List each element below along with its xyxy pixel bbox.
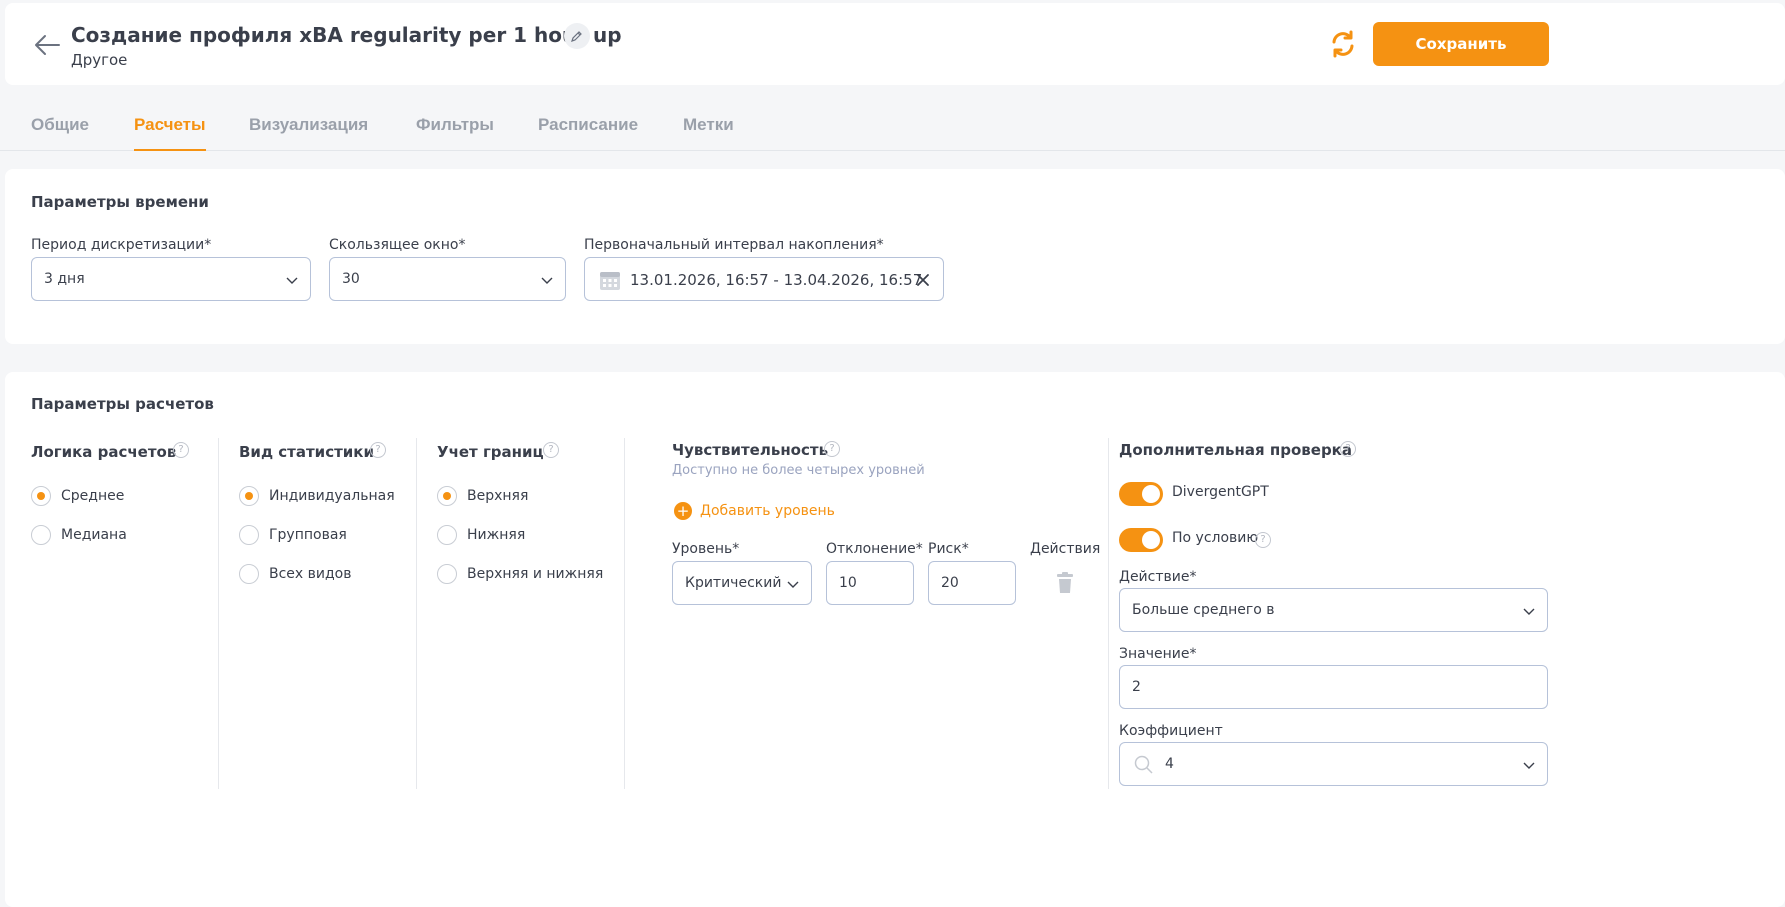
coef-value: 4 <box>1165 756 1174 772</box>
divergent-toggle[interactable] <box>1119 482 1163 506</box>
logic-title: Логика расчетов <box>31 443 177 461</box>
edit-title-button[interactable] <box>564 23 590 49</box>
radio-label: Верхняя и нижняя <box>467 566 604 582</box>
tab-general[interactable]: Общие <box>31 115 89 151</box>
radio-stat-group[interactable]: Групповая <box>239 525 347 545</box>
column-divider <box>416 438 417 789</box>
radio-bound-lower[interactable]: Нижняя <box>437 525 525 545</box>
tab-visualization[interactable]: Визуализация <box>249 115 368 151</box>
value-input[interactable] <box>1119 665 1548 709</box>
level-value: Критический <box>685 575 782 591</box>
deviation-input[interactable] <box>826 561 914 605</box>
radio-bound-upper[interactable]: Верхняя <box>437 486 528 506</box>
radio-label: Медиана <box>61 527 127 543</box>
refresh-button[interactable] <box>1326 27 1360 61</box>
condition-toggle-label: По условию <box>1172 530 1259 546</box>
action-label: Действие* <box>1119 569 1197 585</box>
interval-value: 13.01.2026, 16:57 - 13.04.2026, 16:57 <box>630 271 923 289</box>
period-select[interactable]: 3 дня <box>31 257 311 301</box>
column-divider <box>1108 438 1109 789</box>
search-icon <box>1134 755 1153 774</box>
trash-icon[interactable] <box>1055 572 1075 594</box>
radio-label: Среднее <box>61 488 125 504</box>
back-arrow-icon[interactable] <box>33 32 61 58</box>
radio-label: Нижняя <box>467 527 526 543</box>
calendar-icon <box>600 272 620 290</box>
level-select[interactable]: Критический <box>672 561 812 605</box>
radio-button <box>239 564 259 584</box>
risk-label: Риск* <box>928 541 969 557</box>
radio-label: Всех видов <box>269 566 352 582</box>
radio-logic-median[interactable]: Медиана <box>31 525 127 545</box>
page-subtitle: Другое <box>71 51 128 69</box>
value-label: Значение* <box>1119 646 1197 662</box>
tab-schedule[interactable]: Расписание <box>538 115 638 151</box>
level-label: Уровень* <box>672 541 740 557</box>
tab-calculations[interactable]: Расчеты <box>134 115 206 151</box>
column-divider <box>624 438 625 789</box>
coef-select[interactable]: 4 <box>1119 742 1548 786</box>
coef-label: Коэффициент <box>1119 723 1223 739</box>
radio-stat-individual[interactable]: Индивидуальная <box>239 486 395 506</box>
time-params-title: Параметры времени <box>31 193 209 211</box>
condition-toggle[interactable] <box>1119 528 1163 552</box>
chevron-down-icon <box>541 277 553 284</box>
help-icon[interactable]: ? <box>370 442 386 458</box>
refresh-icon <box>1332 30 1354 58</box>
radio-label: Индивидуальная <box>269 488 395 504</box>
divergent-toggle-label: DivergentGPT <box>1172 484 1269 500</box>
tabs-bar: Общие Расчеты Визуализация Фильтры Распи… <box>0 108 1785 151</box>
radio-button <box>239 525 259 545</box>
action-value: Больше среднего в <box>1132 602 1275 618</box>
chevron-down-icon <box>1523 762 1535 769</box>
radio-button <box>31 486 51 506</box>
add-level-button[interactable]: + Добавить уровень <box>674 502 835 520</box>
add-level-label: Добавить уровень <box>700 503 835 519</box>
extra-check-title: Дополнительная проверка <box>1119 441 1352 459</box>
help-icon[interactable]: ? <box>1340 441 1356 457</box>
chevron-down-icon <box>1523 608 1535 615</box>
radio-bound-both[interactable]: Верхняя и нижняя <box>437 564 603 584</box>
period-label: Период дискретизации* <box>31 237 212 253</box>
bounds-title: Учет границ <box>437 443 544 461</box>
chevron-down-icon <box>286 277 298 284</box>
pencil-icon <box>571 31 582 42</box>
radio-logic-mean[interactable]: Среднее <box>31 486 124 506</box>
radio-button <box>437 486 457 506</box>
tab-filters[interactable]: Фильтры <box>416 115 494 151</box>
sensitivity-title: Чувствительность <box>672 441 829 459</box>
plus-icon: + <box>674 502 692 520</box>
window-select[interactable]: 30 <box>329 257 566 301</box>
interval-label: Первоначальный интервал накопления* <box>584 237 884 253</box>
interval-date-range[interactable]: 13.01.2026, 16:57 - 13.04.2026, 16:57 <box>584 257 944 301</box>
period-value: 3 дня <box>44 271 85 287</box>
radio-button <box>31 525 51 545</box>
help-icon[interactable]: ? <box>1255 532 1271 548</box>
risk-input[interactable] <box>928 561 1016 605</box>
radio-button <box>437 564 457 584</box>
radio-stat-all[interactable]: Всех видов <box>239 564 352 584</box>
radio-button <box>239 486 259 506</box>
sensitivity-hint: Доступно не более четырех уровней <box>672 463 925 478</box>
action-select[interactable]: Больше среднего в <box>1119 588 1548 632</box>
clear-icon[interactable] <box>916 273 930 287</box>
chevron-down-icon <box>787 581 799 588</box>
radio-button <box>437 525 457 545</box>
actions-label: Действия <box>1030 541 1101 557</box>
page-header: Создание профиля xBA regularity per 1 ho… <box>5 3 1785 85</box>
help-icon[interactable]: ? <box>824 441 840 457</box>
page-title: Создание профиля xBA regularity per 1 ho… <box>71 23 622 47</box>
deviation-label: Отклонение* <box>826 541 923 557</box>
column-divider <box>218 438 219 789</box>
calc-params-title: Параметры расчетов <box>31 395 214 413</box>
help-icon[interactable]: ? <box>543 442 559 458</box>
stat-type-title: Вид статистики <box>239 443 374 461</box>
tab-tags[interactable]: Метки <box>683 115 734 151</box>
radio-label: Верхняя <box>467 488 529 504</box>
window-value: 30 <box>342 271 360 287</box>
radio-label: Групповая <box>269 527 347 543</box>
help-icon[interactable]: ? <box>173 442 189 458</box>
save-button[interactable]: Сохранить <box>1373 22 1549 66</box>
window-label: Скользящее окно* <box>329 237 466 253</box>
